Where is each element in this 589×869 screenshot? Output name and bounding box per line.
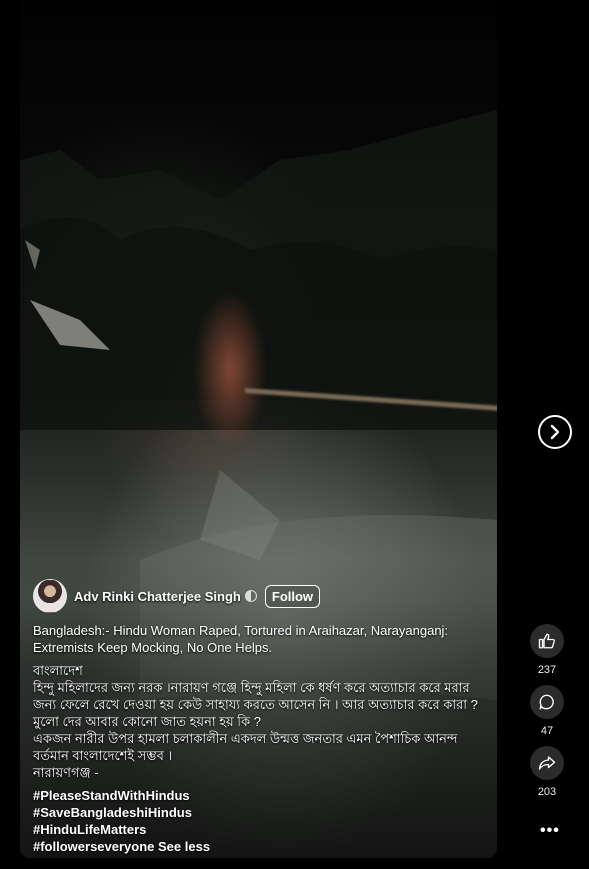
hashtag-link[interactable]: #PleaseStandWithHindus (33, 787, 483, 804)
like-button[interactable] (530, 624, 564, 658)
verified-icon (244, 590, 257, 602)
video-subject (170, 265, 290, 475)
next-video-button[interactable] (538, 415, 572, 449)
caption-line: নারায়ণগঞ্জ - (33, 765, 99, 780)
caption-line: একজন নারীর উপর হামলা চলাকালীন একদল উন্মত… (33, 731, 458, 763)
share-icon (538, 756, 556, 770)
avatar[interactable] (33, 579, 67, 613)
share-action[interactable]: 203 (529, 746, 565, 798)
hashtag-link[interactable]: #followerseveryone (33, 839, 154, 854)
author-row: Adv Rinki Chatterjee Singh Follow (33, 578, 321, 614)
like-action[interactable]: 237 (529, 624, 565, 676)
see-less-link[interactable]: See less (158, 839, 210, 854)
more-options-icon[interactable]: ••• (540, 822, 560, 840)
caption-title: Bangladesh:- Hindu Woman Raped, Tortured… (33, 623, 449, 655)
next-chevron-icon (550, 424, 560, 440)
like-count: 237 (537, 664, 557, 676)
share-count: 203 (537, 786, 557, 798)
comment-count: 47 (540, 725, 554, 737)
caption-line: বাংলাদেশ (33, 663, 83, 678)
post-caption: Bangladesh:- Hindu Woman Raped, Tortured… (33, 622, 483, 855)
hashtag-link[interactable]: #HinduLifeMatters (33, 821, 483, 838)
share-button[interactable] (530, 746, 564, 780)
comment-button[interactable] (530, 685, 564, 719)
follow-button[interactable]: Follow (264, 584, 321, 608)
thumbs-up-icon (538, 633, 555, 649)
hashtag-link[interactable]: #SaveBangladeshiHindus (33, 804, 483, 821)
comment-action[interactable]: 47 (529, 685, 565, 737)
caption-line: হিন্দু মহিলাদের জন্য নরক ।নারায়ণ গঞ্জে … (33, 680, 478, 729)
author-name[interactable]: Adv Rinki Chatterjee Singh (74, 589, 241, 604)
comment-icon (539, 694, 554, 710)
